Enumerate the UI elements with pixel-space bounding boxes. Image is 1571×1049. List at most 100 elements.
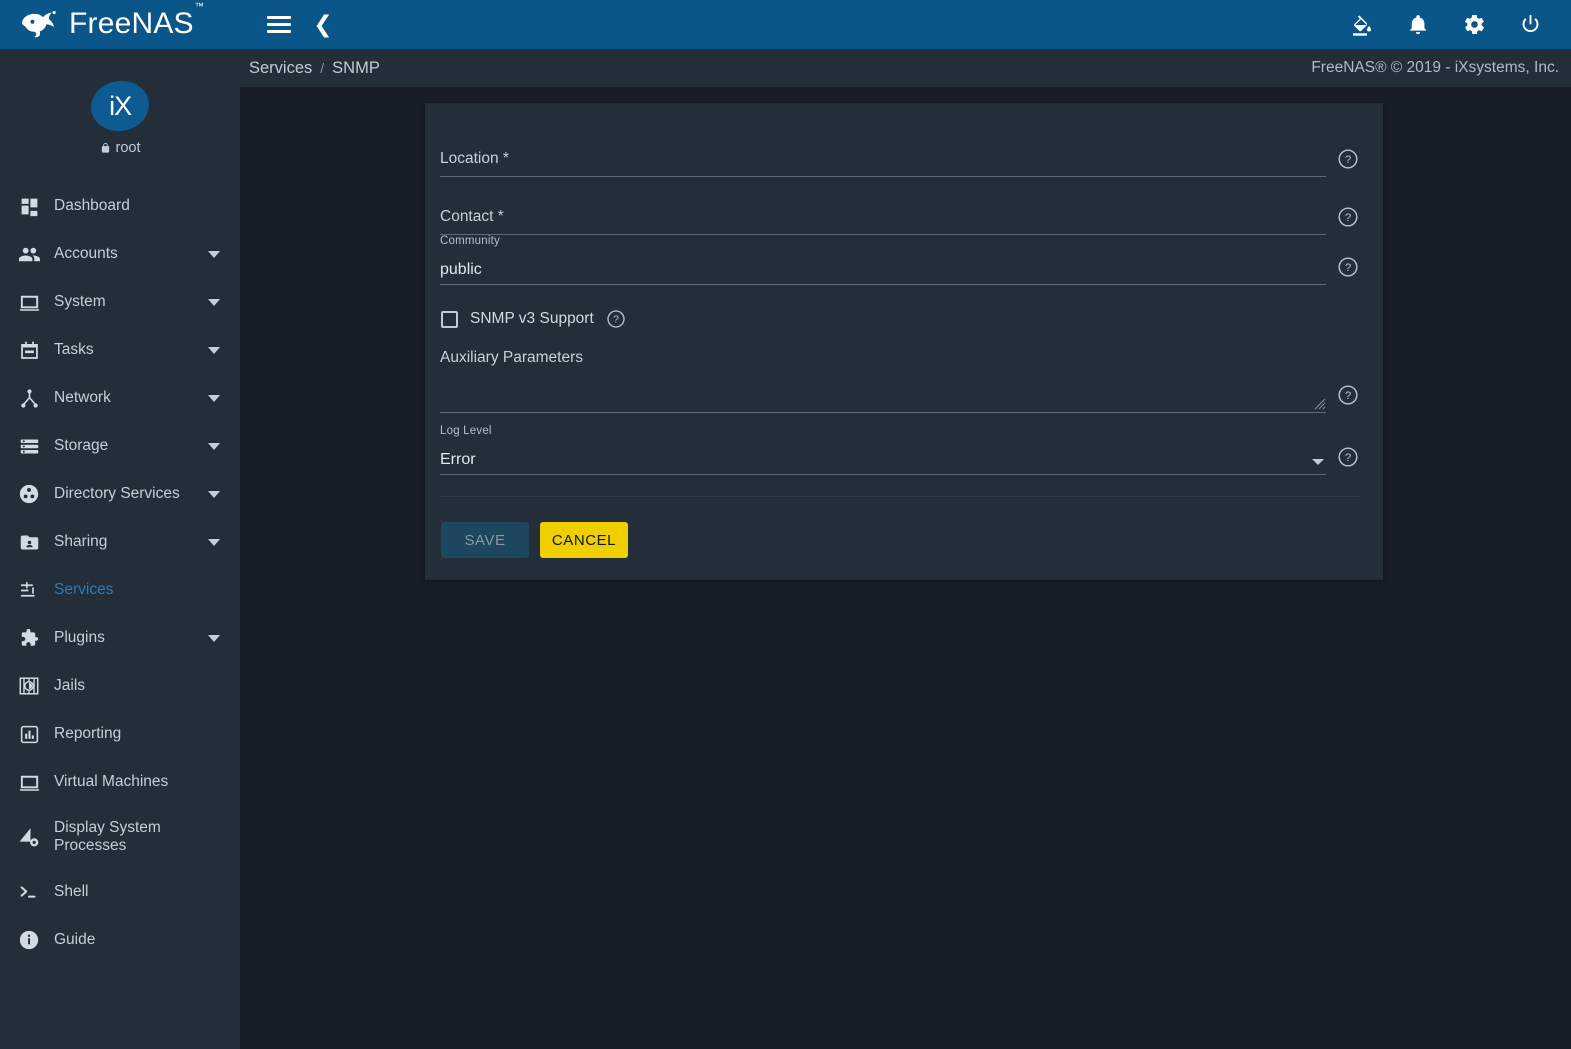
accounts-icon [10,243,48,266]
sidebar-item-label: Network [54,389,111,407]
menu-toggle-button[interactable] [264,10,294,40]
freenas-fish-logo-icon [21,10,56,37]
power-button[interactable] [1515,10,1545,40]
cancel-button[interactable]: CANCEL [540,522,628,558]
main-content: Location * ? Contact * ? Community publi… [240,87,1571,1049]
brand-logo[interactable]: FreeNAS™ [0,0,240,49]
log-level-select[interactable]: Error [440,451,476,469]
sidebar-item-services[interactable]: Services [0,566,240,614]
sidebar-item-shell[interactable]: Shell [0,868,240,916]
sidebar: iX root Dashboard Accounts System Tasks … [0,49,240,1049]
top-header-bar: FreeNAS™ ❮ [0,0,1571,49]
form-actions: SAVE CANCEL [425,501,1383,580]
header-actions [1347,10,1571,40]
log-level-label: Log Level [440,425,492,437]
sharing-folder-icon [10,532,48,553]
snmp-v3-label: SNMP v3 Support [470,310,594,327]
sidebar-item-label: Services [54,581,114,599]
services-sliders-icon [10,580,48,601]
field-contact: Contact * ? [440,185,1359,235]
system-icon [10,291,48,314]
field-community: Community public ? [440,235,1359,285]
sidebar-item-label: Dashboard [54,197,130,215]
breadcrumb-root[interactable]: Services [249,59,312,78]
power-icon [1522,14,1538,33]
auxiliary-parameters-underline [440,412,1326,413]
snmp-v3-checkbox[interactable] [441,310,458,328]
help-circle-icon[interactable]: ? [1337,384,1359,406]
shell-prompt-icon [10,881,48,903]
chevron-down-icon[interactable] [208,490,220,498]
avatar[interactable]: iX [87,76,153,136]
chevron-down-icon[interactable] [208,442,220,450]
virtual-machines-icon [10,771,48,794]
sidebar-item-storage[interactable]: Storage [0,422,240,470]
sidebar-item-label: Guide [54,931,96,949]
help-circle-icon[interactable]: ? [1337,206,1359,228]
theme-picker-icon [1353,14,1371,36]
sidebar-item-accounts[interactable]: Accounts [0,230,240,278]
sidebar-item-virtual-machines[interactable]: Virtual Machines [0,758,240,806]
sidebar-collapse-button[interactable]: ❮ [308,10,338,40]
copyright-notice: FreeNAS® © 2019 - iXsystems, Inc. [1311,59,1559,76]
sidebar-item-plugins[interactable]: Plugins [0,614,240,662]
hamburger-icon [267,12,291,38]
snmp-form: Location * ? Contact * ? Community publi… [425,103,1383,501]
guide-info-icon [10,929,48,951]
chevron-down-icon[interactable] [208,538,220,546]
textarea-resize-handle[interactable] [1314,398,1326,410]
sidebar-item-tasks[interactable]: Tasks [0,326,240,374]
chevron-down-icon[interactable] [208,250,220,258]
sidebar-nav: Dashboard Accounts System Tasks Network … [0,176,240,964]
system-processes-icon [10,825,48,849]
svg-text:?: ? [1345,390,1351,402]
breadcrumb-separator: / [320,60,325,76]
sidebar-item-label: Tasks [54,341,94,359]
sidebar-item-system[interactable]: System [0,278,240,326]
save-button[interactable]: SAVE [441,522,529,558]
sidebar-item-label: Display System Processes [54,819,161,854]
sidebar-item-directory-services[interactable]: Directory Services [0,470,240,518]
location-label: Location * [440,150,509,167]
community-underline [440,284,1326,285]
theme-picker-button[interactable] [1347,10,1377,40]
sidebar-item-jails[interactable]: Jails [0,662,240,710]
notifications-bell-icon [1410,14,1426,34]
directory-services-icon [10,483,48,505]
sidebar-item-reporting[interactable]: Reporting [0,710,240,758]
lock-icon [101,142,109,153]
sidebar-item-label: Accounts [54,245,118,263]
chevron-down-icon[interactable] [208,298,220,306]
sidebar-item-label: Sharing [54,533,108,551]
sidebar-item-label: Shell [54,883,89,901]
chevron-down-icon[interactable] [1312,459,1324,465]
svg-text:?: ? [1345,452,1351,464]
notifications-button[interactable] [1403,10,1433,40]
sidebar-item-label: Plugins [54,629,105,647]
settings-gear-icon [1464,15,1484,34]
chevron-down-icon[interactable] [208,394,220,402]
chevron-down-icon[interactable] [208,346,220,354]
sidebar-item-display-system-processes[interactable]: Display System Processes [0,806,240,868]
sidebar-item-network[interactable]: Network [0,374,240,422]
user-panel: iX root [0,49,240,176]
help-circle-icon[interactable]: ? [1337,446,1359,468]
help-circle-icon[interactable]: ? [1337,256,1359,278]
help-circle-icon[interactable]: ? [606,309,626,329]
reporting-chart-icon [10,724,48,745]
sidebar-item-guide[interactable]: Guide [0,916,240,964]
card-divider [440,496,1359,497]
sidebar-item-label: Virtual Machines [54,773,169,791]
chevron-down-icon[interactable] [208,634,220,642]
breadcrumb-bar: Services / SNMP FreeNAS® © 2019 - iXsyst… [240,49,1571,87]
community-label: Community [440,235,500,247]
svg-text:?: ? [1345,212,1351,224]
sidebar-item-dashboard[interactable]: Dashboard [0,182,240,230]
log-level-underline [440,474,1326,475]
snmp-settings-card: Location * ? Contact * ? Community publi… [425,103,1383,580]
brand-name: FreeNAS™ [69,0,204,40]
help-circle-icon[interactable]: ? [1337,148,1359,170]
settings-button[interactable] [1459,10,1489,40]
sidebar-item-sharing[interactable]: Sharing [0,518,240,566]
community-input[interactable]: public [440,261,482,279]
